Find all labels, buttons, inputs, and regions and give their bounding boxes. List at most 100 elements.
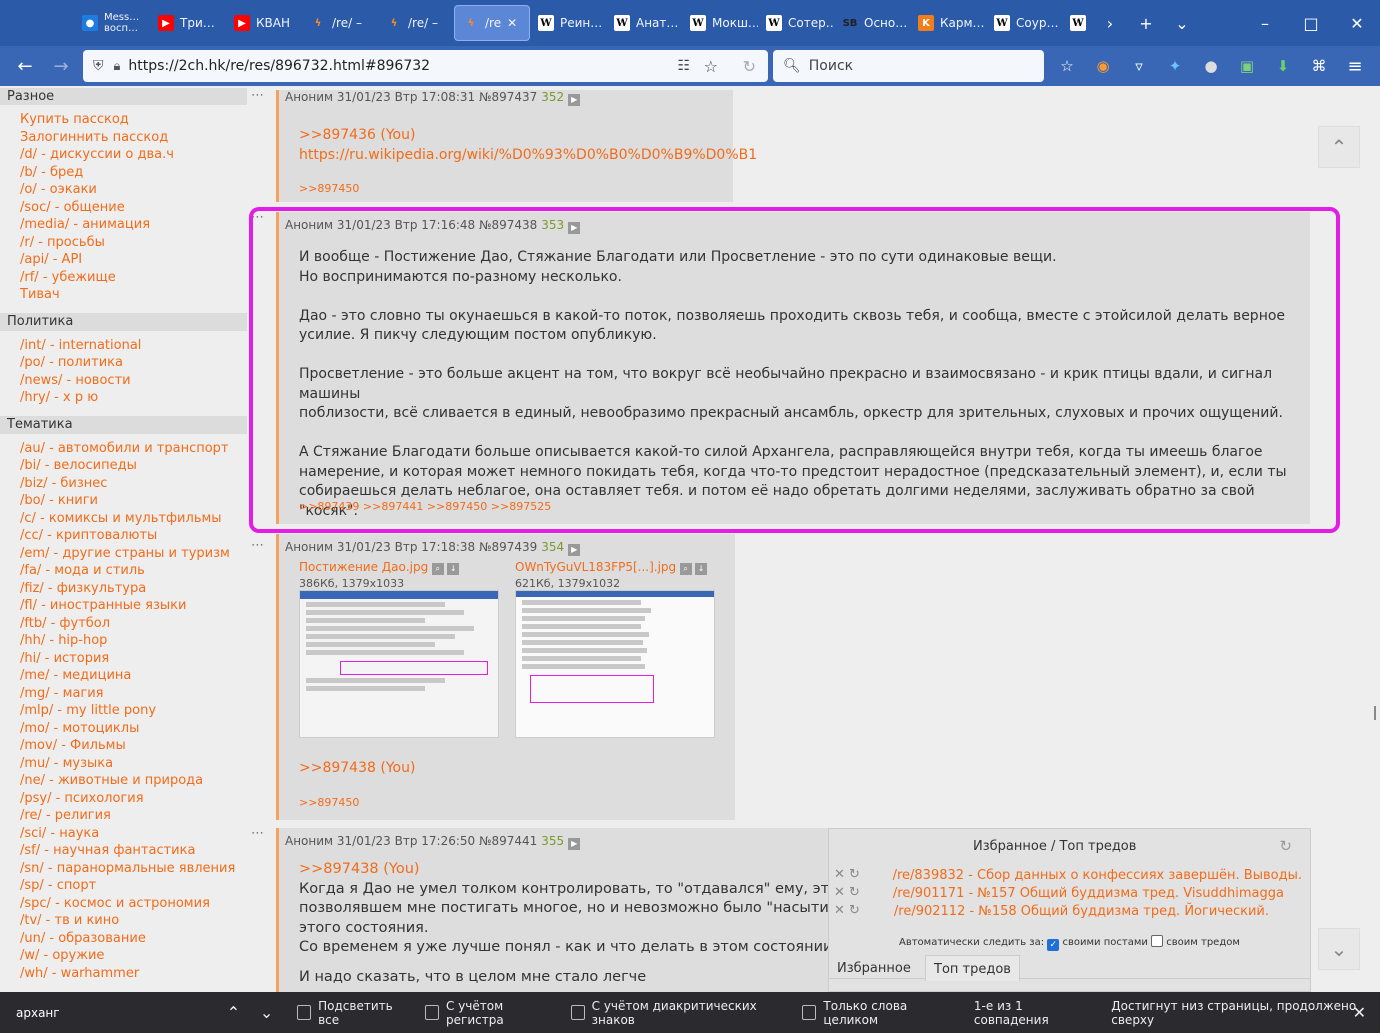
sidebar-board-link[interactable]: /c/ - комиксы и мультфильмы: [0, 510, 248, 528]
menu-icon[interactable]: ≡: [1342, 53, 1368, 79]
post-menu-icon[interactable]: ⋯: [251, 538, 264, 553]
whole-words-checkbox[interactable]: [802, 1005, 817, 1020]
play-icon[interactable]: ▶: [568, 544, 581, 556]
firefox-icon[interactable]: ◉: [1090, 53, 1116, 79]
list-tabs-icon[interactable]: ⌄: [1164, 5, 1200, 41]
sidebar-board-link[interactable]: /mg/ - магия: [0, 685, 248, 703]
sidebar-board-link[interactable]: /o/ - оэкаки: [0, 181, 248, 199]
match-case-option[interactable]: С учётом регистра: [425, 999, 555, 1027]
sidebar-board-link[interactable]: /fa/ - мода и стиль: [0, 562, 248, 580]
sidebar-board-link[interactable]: /ftb/ - футбол: [0, 615, 248, 633]
scroll-down-button[interactable]: ⌄: [1318, 928, 1360, 970]
find-input[interactable]: арханг: [6, 998, 217, 1028]
close-window-icon[interactable]: ✕: [1334, 5, 1380, 41]
replies-list[interactable]: >>897450: [299, 179, 713, 199]
sidebar-board-link[interactable]: /au/ - автомобили и транспорт: [0, 440, 248, 458]
sidebar-board-link[interactable]: /r/ - просьбы: [0, 234, 248, 252]
url-bar[interactable]: ⛨ 🔒︎ https://2ch.hk/re/res/896732.html#8…: [83, 50, 768, 82]
sidebar-board-link[interactable]: Тивач: [0, 286, 248, 304]
reply-link[interactable]: >>897438 (You): [299, 760, 415, 776]
sidebar-board-link[interactable]: /sf/ - научная фантастика: [0, 842, 248, 860]
sidebar-board-link[interactable]: /biz/ - бизнес: [0, 475, 248, 493]
tab[interactable]: W Сотер…: [758, 5, 834, 41]
diacritics-option[interactable]: С учётом диакритических знаков: [570, 999, 787, 1027]
sidebar-board-link[interactable]: /bo/ - книги: [0, 492, 248, 510]
sidebar-board-link[interactable]: /mlp/ - my little pony: [0, 702, 248, 720]
sidebar-board-link[interactable]: /sn/ - паранормальные явления: [0, 860, 248, 878]
own-thread-checkbox[interactable]: [1151, 935, 1164, 947]
back-icon[interactable]: ←: [8, 49, 42, 83]
sidebar-board-link[interactable]: /tv/ - тв и кино: [0, 912, 248, 930]
sidebar-board-link[interactable]: /d/ - дискуссии о два.ч: [0, 146, 248, 164]
image-thumbnail-2[interactable]: [515, 590, 715, 738]
sidebar-board-link[interactable]: /mo/ - мотоциклы: [0, 720, 248, 738]
sidebar-board-link[interactable]: /un/ - образование: [0, 930, 248, 948]
sidebar-board-link[interactable]: /hry/ - х р ю: [0, 389, 248, 407]
sidebar-board-link[interactable]: /sci/ - наука: [0, 825, 248, 843]
forward-icon[interactable]: →: [44, 49, 78, 83]
pocket-save-icon[interactable]: ▿: [1126, 53, 1152, 79]
extension-icon[interactable]: ✦: [1162, 53, 1188, 79]
tab[interactable]: ▶ КВАН: [226, 5, 302, 41]
play-icon[interactable]: ▶: [568, 94, 581, 106]
sidebar-board-link[interactable]: /b/ - бред: [0, 164, 248, 182]
post-menu-icon[interactable]: ⋯: [251, 826, 264, 841]
account-icon[interactable]: ●: [1198, 53, 1224, 79]
tab[interactable]: W Соур…: [986, 5, 1062, 41]
sidebar-board-link[interactable]: /api/ - API: [0, 251, 248, 269]
sidebar-board-link[interactable]: /w/ - оружие: [0, 947, 248, 965]
file-search-icon[interactable]: ⌕: [679, 563, 692, 575]
lock-icon[interactable]: 🔒︎: [114, 59, 121, 74]
favorite-thread-link[interactable]: /re/901171 - №157 Общий буддизма тред. V…: [893, 886, 1284, 901]
pocket-icon[interactable]: ☆: [1054, 53, 1080, 79]
tab[interactable]: W Реин…: [530, 5, 606, 41]
tab[interactable]: ϟ/re/ –: [378, 5, 454, 41]
sidebar-board-link[interactable]: /media/ - анимация: [0, 216, 248, 234]
favorite-thread-link[interactable]: /re/902112 - №158 Общий буддизма тред. Й…: [894, 904, 1269, 919]
tab-top-threads[interactable]: Топ тредов: [925, 955, 1020, 981]
sidebar-board-link[interactable]: /fiz/ - физкультура: [0, 580, 248, 598]
scrollbar-thumb[interactable]: [1374, 706, 1376, 720]
sidebar-board-link[interactable]: /news/ - новости: [0, 372, 248, 390]
sidebar-board-link[interactable]: /soc/ - общение: [0, 199, 248, 217]
file-download-icon[interactable]: ↓: [695, 563, 708, 575]
new-tab-icon[interactable]: +: [1128, 5, 1164, 41]
sidebar-board-link[interactable]: /re/ - религия: [0, 807, 248, 825]
sidebar-board-link[interactable]: Купить пасскод: [0, 111, 248, 129]
diacritics-checkbox[interactable]: [570, 1005, 585, 1020]
download-manager-icon[interactable]: ▣: [1234, 53, 1260, 79]
external-link[interactable]: https://ru.wikipedia.org/wiki/%D0%93%D0%…: [299, 146, 757, 166]
bookmark-star-icon[interactable]: ☆: [704, 57, 718, 76]
scroll-up-button[interactable]: ⌃: [1318, 126, 1360, 168]
highlight-all-option[interactable]: Подсветить все: [297, 999, 409, 1027]
tab[interactable]: SB Осно…: [834, 5, 910, 41]
search-box[interactable]: 🔍︎ Поиск: [773, 50, 1044, 82]
sidebar-board-link[interactable]: /wh/ - warhammer: [0, 965, 248, 983]
highlight-all-checkbox[interactable]: [297, 1005, 312, 1020]
sidebar-board-link[interactable]: /hh/ - hip-hop: [0, 632, 248, 650]
reply-link[interactable]: >>897436 (You): [299, 126, 713, 146]
sidebar-board-link[interactable]: Залогиннить пасскод: [0, 129, 248, 147]
sidebar-board-link[interactable]: /po/ - политика: [0, 354, 248, 372]
tab[interactable]: ▶ Три…: [150, 5, 226, 41]
file-search-icon[interactable]: ⌕: [431, 563, 444, 575]
tab[interactable]: K Карм…: [910, 5, 986, 41]
sidebar-board-link[interactable]: /ne/ - животные и природа: [0, 772, 248, 790]
tab-favorites[interactable]: Избранное: [837, 961, 911, 976]
reload-icon[interactable]: ↻: [743, 57, 756, 76]
remove-icon[interactable]: ✕ ↻: [834, 867, 860, 882]
tab[interactable]: W Мокш…: [682, 5, 758, 41]
remove-icon[interactable]: ✕ ↻: [834, 885, 860, 900]
tab[interactable]: W Анат…: [606, 5, 682, 41]
find-previous-icon[interactable]: ⌃: [217, 1003, 250, 1022]
image-thumbnail-1[interactable]: [299, 590, 499, 738]
sidebar-board-link[interactable]: /mov/ - Фильмы: [0, 737, 248, 755]
post-menu-icon[interactable]: ⋯: [251, 88, 264, 103]
reader-view-icon[interactable]: ☷: [677, 58, 690, 74]
file-download-icon[interactable]: ↓: [447, 563, 460, 575]
sidebar-board-link[interactable]: /bi/ - велосипеды: [0, 457, 248, 475]
sidebar-board-link[interactable]: /mu/ - музыка: [0, 755, 248, 773]
shield-icon[interactable]: ⛨: [93, 58, 104, 74]
sidebar-board-link[interactable]: /cc/ - криптовалюты: [0, 527, 248, 545]
play-icon[interactable]: ▶: [568, 838, 581, 850]
